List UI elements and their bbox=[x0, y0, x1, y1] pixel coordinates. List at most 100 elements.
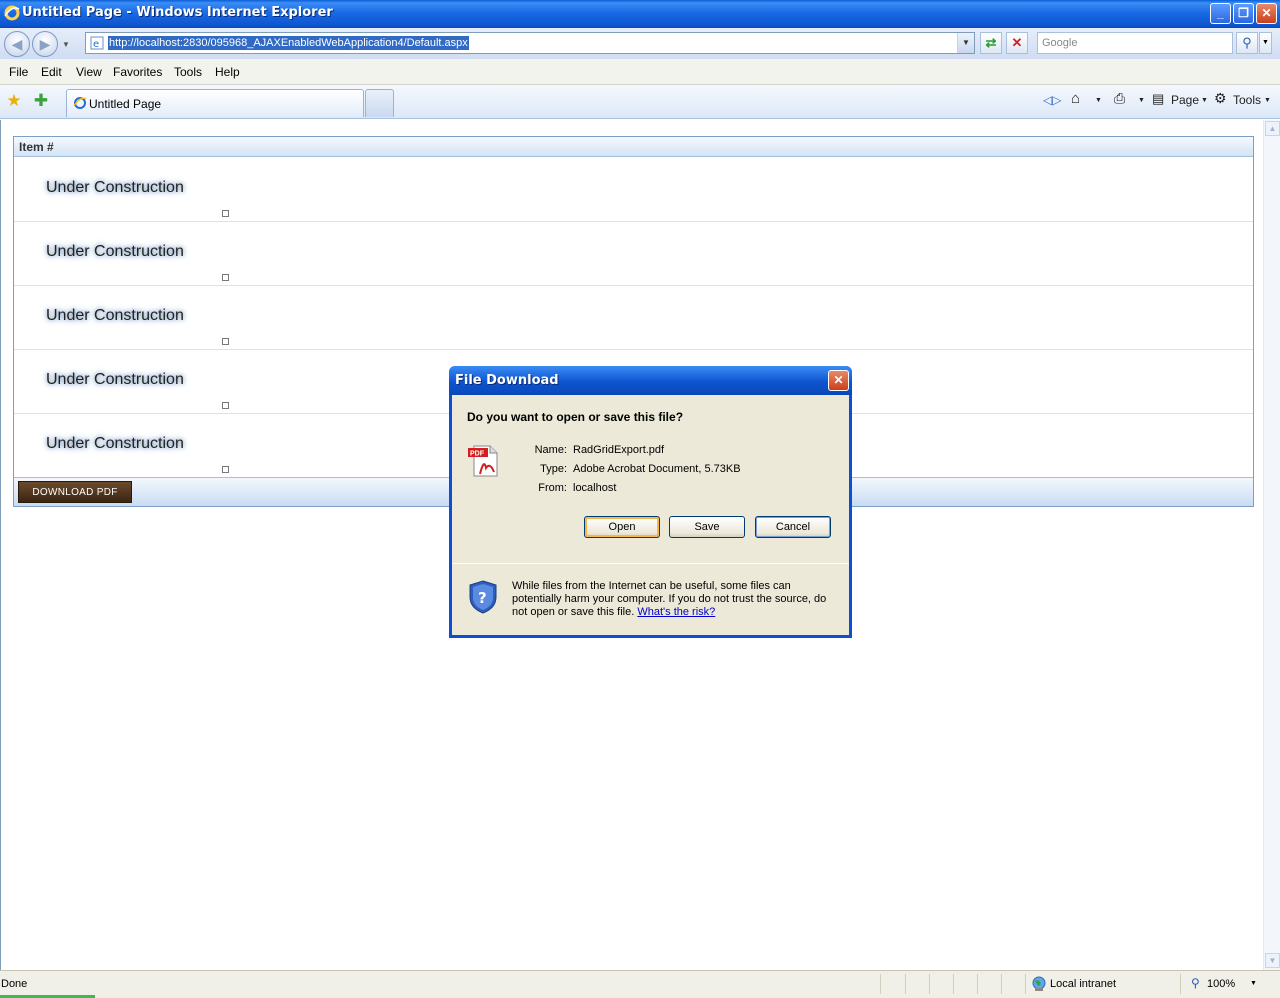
menu-file[interactable]: File bbox=[9, 65, 28, 79]
security-warning: While files from the Internet can be use… bbox=[512, 580, 837, 619]
status-text: Done bbox=[1, 978, 28, 990]
scroll-up-icon[interactable]: ▲ bbox=[1265, 121, 1280, 136]
download-pdf-button[interactable]: DOWNLOAD PDF bbox=[18, 481, 132, 503]
table-row: Under Construction bbox=[14, 158, 1253, 222]
tab-bar: ★ ✚ Untitled Page ◁▷ ⌂ ▼ ⎙ ▼ ▤ Page ▼ ⚙ … bbox=[0, 85, 1280, 119]
tools-menu-button[interactable]: Tools bbox=[1233, 93, 1261, 107]
favorites-center-star-icon[interactable]: ★ bbox=[5, 92, 23, 110]
dialog-divider bbox=[452, 563, 849, 564]
security-shield-icon: ? bbox=[469, 580, 497, 614]
name-label: Name: bbox=[534, 444, 567, 456]
table-row: Under Construction bbox=[14, 222, 1253, 286]
forward-arrow-icon: ▶ bbox=[39, 36, 51, 52]
menu-edit[interactable]: Edit bbox=[41, 65, 62, 79]
status-divider bbox=[929, 974, 930, 994]
table-row: Under Construction bbox=[14, 286, 1253, 350]
search-icon: ⚲ bbox=[1242, 35, 1252, 50]
status-divider bbox=[1001, 974, 1002, 994]
tab-untitled-page[interactable]: Untitled Page bbox=[66, 89, 364, 117]
row-marker bbox=[222, 402, 229, 409]
address-url[interactable]: http://localhost:2830/095968_AJAXEnabled… bbox=[108, 36, 469, 50]
search-input[interactable]: Google bbox=[1037, 32, 1233, 54]
status-divider bbox=[1025, 974, 1026, 994]
menu-bar: File Edit View Favorites Tools Help bbox=[0, 59, 1280, 85]
row-marker bbox=[222, 338, 229, 345]
page-ie-icon: e bbox=[90, 36, 104, 50]
stop-button[interactable]: ✕ bbox=[1006, 32, 1028, 54]
menu-help[interactable]: Help bbox=[215, 65, 240, 79]
status-divider bbox=[953, 974, 954, 994]
row-text: Under Construction bbox=[46, 435, 184, 452]
dialog-question: Do you want to open or save this file? bbox=[467, 410, 684, 424]
home-icon[interactable]: ⌂ bbox=[1071, 90, 1080, 107]
back-button[interactable]: ◀ bbox=[4, 31, 30, 57]
page-dropdown-icon[interactable]: ▼ bbox=[1201, 97, 1208, 104]
row-text: Under Construction bbox=[46, 179, 184, 196]
type-value: Adobe Acrobat Document, 5.73KB bbox=[573, 463, 741, 475]
menu-view[interactable]: View bbox=[76, 65, 102, 79]
print-icon[interactable]: ⎙ bbox=[1114, 90, 1125, 107]
row-text: Under Construction bbox=[46, 371, 184, 388]
quick-tabs-icon[interactable]: ◁▷ bbox=[1043, 93, 1061, 107]
history-dropdown-icon[interactable]: ▼ bbox=[62, 40, 70, 49]
row-marker bbox=[222, 466, 229, 473]
print-dropdown-icon[interactable]: ▼ bbox=[1138, 97, 1145, 104]
pdf-file-icon: PDF bbox=[468, 445, 498, 477]
security-zone[interactable]: Local intranet bbox=[1050, 978, 1116, 990]
new-tab-button[interactable] bbox=[365, 89, 394, 117]
tools-dropdown-icon[interactable]: ▼ bbox=[1264, 97, 1271, 104]
restore-button[interactable]: ❐ bbox=[1233, 3, 1254, 24]
dialog-title[interactable]: File Download bbox=[449, 366, 852, 395]
vertical-scrollbar[interactable]: ▲ ▼ bbox=[1263, 120, 1280, 970]
grid-header-item-number[interactable]: Item # bbox=[14, 137, 1253, 157]
from-value: localhost bbox=[573, 482, 617, 494]
page-menu-icon: ▤ bbox=[1152, 91, 1165, 106]
window-title-bar[interactable]: Untitled Page - Windows Internet Explore… bbox=[0, 0, 1280, 28]
minimize-button[interactable]: _ bbox=[1210, 3, 1231, 24]
status-divider bbox=[977, 974, 978, 994]
refresh-icon: ⇄ bbox=[985, 35, 997, 50]
dialog-close-button[interactable]: ✕ bbox=[828, 370, 849, 391]
scroll-down-icon[interactable]: ▼ bbox=[1265, 953, 1280, 968]
zoom-dropdown-icon[interactable]: ▼ bbox=[1250, 980, 1257, 987]
intranet-globe-icon bbox=[1032, 976, 1046, 991]
refresh-button[interactable]: ⇄ bbox=[980, 32, 1002, 54]
page-menu-button[interactable]: Page bbox=[1171, 93, 1199, 107]
tab-ie-icon bbox=[73, 97, 87, 109]
address-toolbar: ◀ ▶ ▼ e http://localhost:2830/095968_AJA… bbox=[0, 28, 1280, 59]
stop-icon: ✕ bbox=[1011, 35, 1023, 50]
back-arrow-icon: ◀ bbox=[11, 36, 23, 52]
close-window-button[interactable]: ✕ bbox=[1256, 3, 1277, 24]
zoom-level[interactable]: 100% bbox=[1207, 978, 1235, 990]
zoom-magnifier-icon: ⚲ bbox=[1191, 976, 1200, 990]
search-button[interactable]: ⚲ bbox=[1236, 32, 1258, 54]
menu-favorites[interactable]: Favorites bbox=[113, 65, 162, 79]
internet-explorer-icon bbox=[4, 5, 20, 21]
add-favorite-icon[interactable]: ✚ bbox=[32, 92, 50, 110]
whats-the-risk-link[interactable]: What's the risk? bbox=[637, 606, 715, 618]
svg-text:e: e bbox=[93, 39, 99, 50]
address-dropdown-icon[interactable]: ▼ bbox=[957, 33, 974, 53]
forward-button[interactable]: ▶ bbox=[32, 31, 58, 57]
status-divider bbox=[1180, 974, 1181, 994]
status-divider bbox=[905, 974, 906, 994]
save-button[interactable]: Save bbox=[669, 516, 745, 538]
status-bar: Done Local intranet ⚲ 100% ▼ bbox=[0, 970, 1280, 998]
from-label: From: bbox=[538, 482, 567, 494]
address-field[interactable]: e http://localhost:2830/095968_AJAXEnabl… bbox=[85, 32, 975, 54]
menu-tools[interactable]: Tools bbox=[174, 65, 202, 79]
home-dropdown-icon[interactable]: ▼ bbox=[1095, 97, 1102, 104]
svg-text:PDF: PDF bbox=[470, 451, 485, 458]
file-download-dialog: File Download ✕ Do you want to open or s… bbox=[449, 366, 852, 638]
svg-text:?: ? bbox=[478, 589, 487, 607]
row-text: Under Construction bbox=[46, 307, 184, 324]
search-options-dropdown-icon[interactable]: ▼ bbox=[1259, 32, 1272, 54]
open-button[interactable]: Open bbox=[584, 516, 660, 538]
type-label: Type: bbox=[540, 463, 567, 475]
name-value: RadGridExport.pdf bbox=[573, 444, 665, 456]
window-title: Untitled Page - Windows Internet Explore… bbox=[22, 5, 333, 20]
row-marker bbox=[222, 210, 229, 217]
status-divider bbox=[880, 974, 881, 994]
cancel-button[interactable]: Cancel bbox=[755, 516, 831, 538]
close-icon: ✕ bbox=[833, 373, 844, 387]
